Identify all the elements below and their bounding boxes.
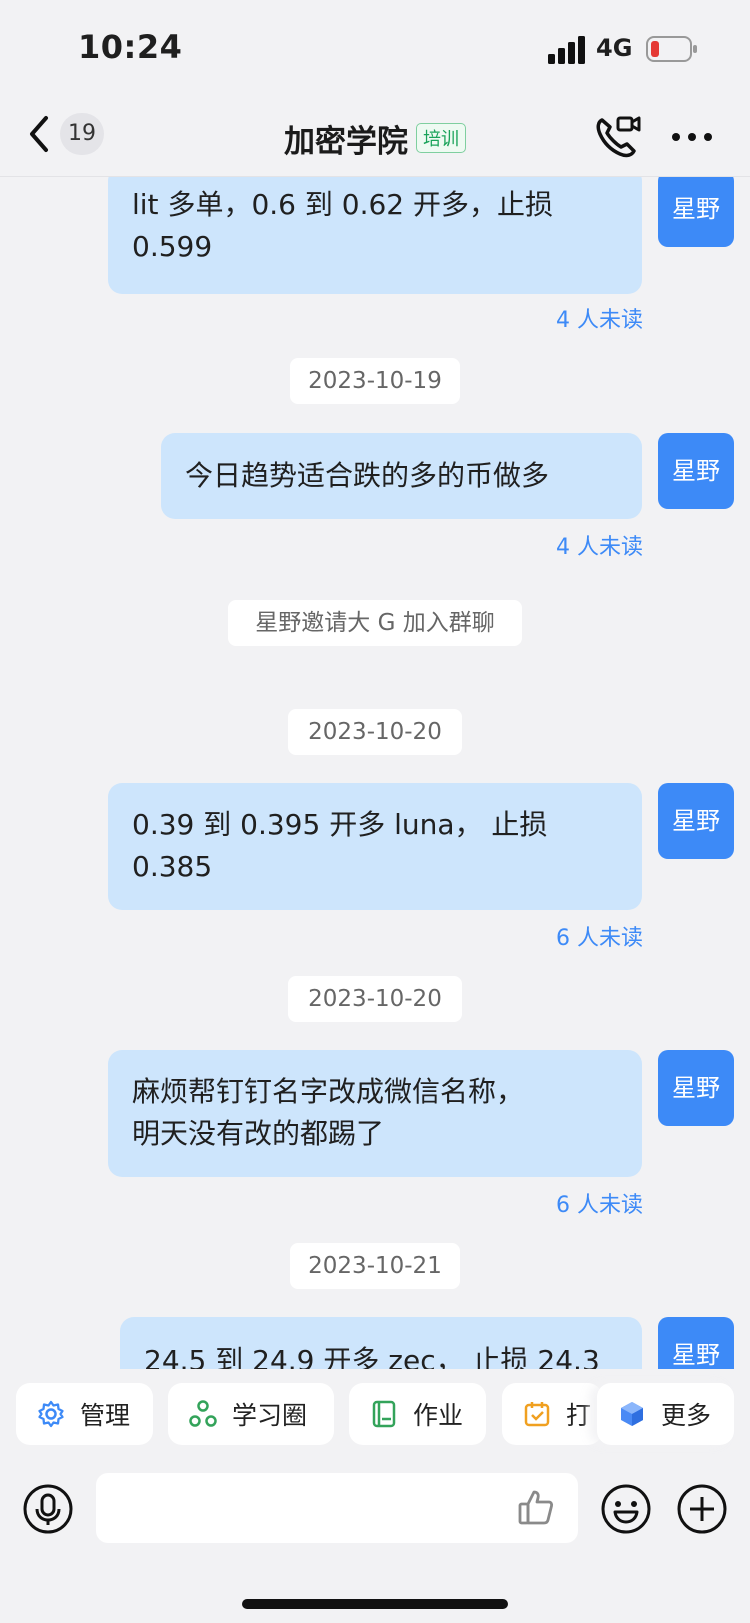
sender-avatar[interactable]: 星野	[658, 1050, 734, 1126]
unread-receipt[interactable]: 4 人未读	[556, 302, 643, 334]
date-separator: 2023-10-20	[288, 976, 462, 1022]
message-text-line: 24.5 到 24.9 开多 zec， 止损 24.3	[144, 1344, 600, 1369]
more-chip[interactable]: 更多	[597, 1383, 734, 1445]
status-bar: 10:24 4G	[0, 0, 750, 100]
unread-receipt[interactable]: 6 人未读	[556, 920, 643, 952]
cube-icon	[621, 1402, 643, 1426]
plus-icon[interactable]	[676, 1483, 728, 1535]
unread-count-badge[interactable]: 19	[60, 113, 104, 155]
book-icon	[372, 1400, 396, 1428]
date-separator: 2023-10-20	[288, 709, 462, 755]
chip-label: 打	[566, 1401, 592, 1430]
sender-avatar[interactable]: 星野	[658, 177, 734, 247]
message-bubble[interactable]: lit 多单，0.6 到 0.62 开多，止损 0.599	[108, 177, 642, 294]
sender-avatar[interactable]: 星野	[658, 1317, 734, 1369]
sender-avatar[interactable]: 星野	[658, 433, 734, 509]
quick-action-bar: 管理 学习圈 作业 打 更多	[0, 1369, 750, 1473]
checkin-chip[interactable]: 打	[502, 1383, 602, 1445]
network-type: 4G	[596, 34, 633, 62]
chip-label: 管理	[80, 1401, 131, 1430]
gear-icon	[38, 1400, 64, 1428]
calendar-check-icon	[524, 1402, 550, 1427]
study-circle-chip[interactable]: 学习圈	[168, 1383, 334, 1445]
emoji-icon[interactable]	[600, 1483, 652, 1535]
chat-header: 19 加密学院 培训	[0, 100, 750, 177]
unread-receipt[interactable]: 6 人未读	[556, 1187, 643, 1219]
chip-label: 学习圈	[232, 1401, 308, 1430]
chip-label: 作业	[413, 1401, 464, 1430]
manage-chip[interactable]: 管理	[16, 1383, 153, 1445]
thumbs-up-icon[interactable]	[516, 1487, 556, 1527]
more-options-icon[interactable]	[668, 122, 716, 152]
group-tag: 培训	[416, 123, 466, 153]
back-chevron-icon[interactable]	[24, 112, 54, 156]
message-list[interactable]: lit 多单，0.6 到 0.62 开多，止损 0.599 星野 4 人未读 2…	[0, 177, 750, 1369]
sender-avatar[interactable]: 星野	[658, 783, 734, 859]
message-text-line: 今日趋势适合跌的多的币做多	[185, 459, 550, 492]
circle-nodes-icon	[189, 1400, 217, 1427]
message-bubble[interactable]: 今日趋势适合跌的多的币做多	[161, 433, 642, 519]
battery-icon	[646, 36, 697, 62]
message-text-line: 0.599	[132, 230, 213, 263]
signal-icon	[548, 36, 585, 64]
message-bubble[interactable]: 24.5 到 24.9 开多 zec， 止损 24.3	[120, 1317, 642, 1369]
phone-video-call-icon[interactable]	[592, 112, 642, 162]
unread-receipt[interactable]: 4 人未读	[556, 529, 643, 561]
status-time: 10:24	[78, 28, 183, 66]
message-text-line: 0.385	[132, 850, 213, 883]
microphone-icon[interactable]	[22, 1483, 74, 1535]
chip-label: 更多	[661, 1401, 712, 1430]
message-bubble[interactable]: 麻烦帮钉钉名字改成微信名称， 明天没有改的都踢了	[108, 1050, 642, 1177]
date-separator: 2023-10-21	[290, 1243, 460, 1289]
home-indicator[interactable]	[242, 1599, 508, 1609]
message-text-line: 麻烦帮钉钉名字改成微信名称，	[132, 1075, 525, 1108]
message-text-line: lit 多单，0.6 到 0.62 开多，止损	[132, 188, 554, 221]
system-notice: 星野邀请大 G 加入群聊	[228, 600, 522, 646]
message-input[interactable]	[96, 1473, 578, 1543]
message-text-line: 明天没有改的都踢了	[132, 1117, 385, 1150]
message-bubble[interactable]: 0.39 到 0.395 开多 luna， 止损 0.385	[108, 783, 642, 910]
date-separator: 2023-10-19	[290, 358, 460, 404]
chat-title: 加密学院	[284, 123, 408, 160]
homework-chip[interactable]: 作业	[349, 1383, 486, 1445]
message-text-line: 0.39 到 0.395 开多 luna， 止损	[132, 808, 548, 841]
